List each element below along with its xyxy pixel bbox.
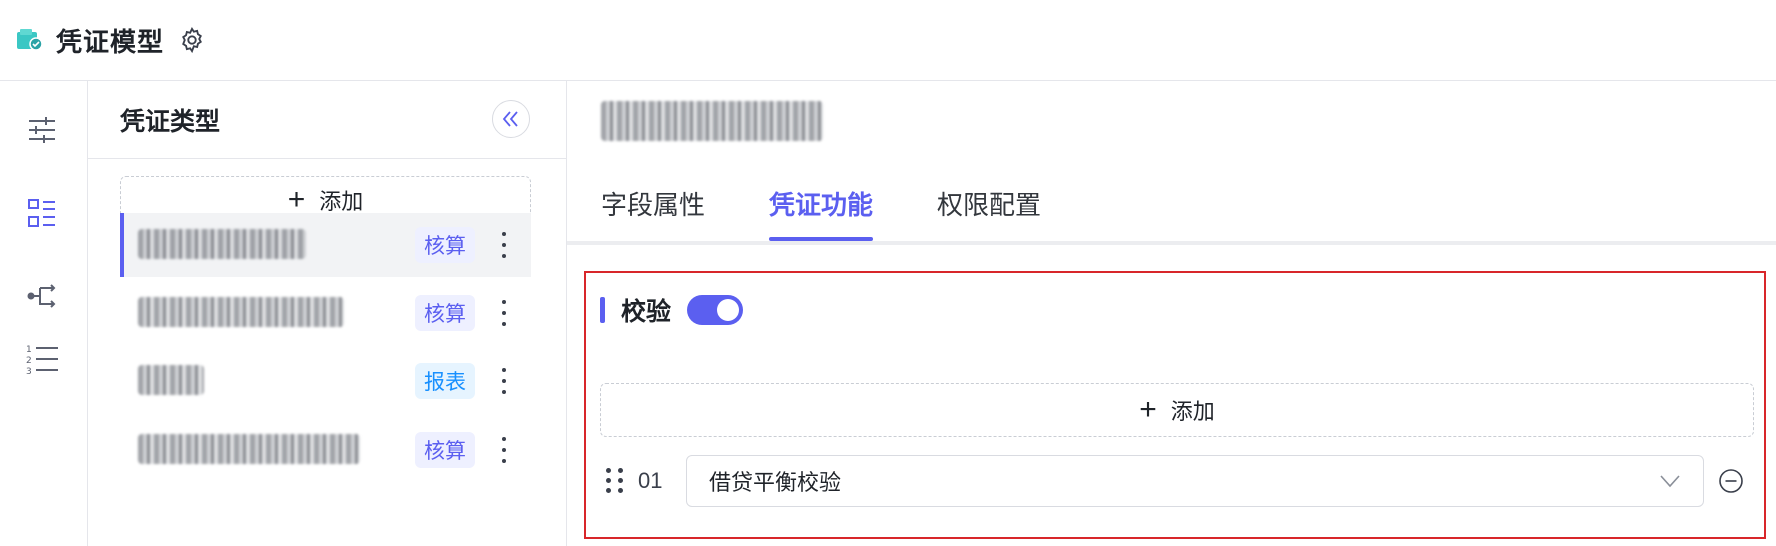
double-chevron-left-icon: [502, 111, 518, 127]
voucher-types-panel: 凭证类型 + 添加 核算 核算 报表 核算: [88, 81, 567, 546]
type-tag: 报表: [415, 363, 475, 399]
detail-panel: 字段属性 凭证功能 权限配置 校验 + 添加 01 借贷平衡校验: [567, 81, 1776, 546]
plus-icon: +: [1139, 393, 1157, 426]
more-vertical-icon[interactable]: [499, 434, 509, 466]
validation-toggle[interactable]: [687, 295, 744, 325]
list-item[interactable]: 报表: [120, 349, 531, 413]
svg-text:3: 3: [26, 367, 32, 376]
add-label: 添加: [319, 189, 364, 214]
svg-text:2: 2: [26, 356, 32, 366]
drag-handle-icon[interactable]: [606, 468, 626, 494]
app-header: 凭证模型: [0, 0, 1776, 81]
voucher-model-logo-icon: [17, 29, 43, 51]
type-tag: 核算: [415, 295, 475, 331]
rail-item-settings[interactable]: [22, 110, 62, 150]
icon-rail: 1 2 3: [0, 81, 88, 546]
tab-voucher-functions[interactable]: 凭证功能: [769, 165, 874, 241]
more-vertical-icon[interactable]: [499, 365, 509, 397]
tab-bar: 字段属性 凭证功能 权限配置: [601, 165, 1105, 241]
rule-index: 01: [638, 468, 663, 493]
add-label: 添加: [1170, 399, 1215, 424]
rail-item-ordered-list[interactable]: 1 2 3: [22, 339, 62, 379]
remove-circle-icon[interactable]: [1718, 468, 1744, 494]
voucher-type-name-redacted: [138, 434, 360, 464]
voucher-type-name-redacted: [138, 229, 306, 259]
collapse-button[interactable]: [492, 100, 530, 138]
list-item[interactable]: 核算: [120, 281, 531, 345]
tab-divider: [567, 241, 1776, 245]
add-rule-button[interactable]: + 添加: [600, 383, 1754, 437]
record-title-redacted: [601, 101, 823, 141]
tab-permission-config[interactable]: 权限配置: [937, 165, 1041, 241]
rule-row: 01 借贷平衡校验: [600, 453, 1764, 509]
type-tag: 核算: [415, 227, 475, 263]
validation-section: 校验 + 添加 01 借贷平衡校验: [584, 271, 1766, 539]
section-title: 校验: [621, 298, 672, 326]
ordered-list-icon: 1 2 3: [26, 345, 58, 376]
types-panel-header: 凭证类型: [88, 81, 566, 159]
rule-select[interactable]: 借贷平衡校验: [686, 455, 1704, 507]
chevron-down-icon: [1660, 475, 1680, 488]
app-title: 凭证模型: [56, 26, 165, 57]
toggle-knob: [717, 299, 740, 321]
svg-text:1: 1: [26, 345, 32, 355]
type-tag: 核算: [415, 432, 475, 468]
sliders-icon: [29, 117, 55, 143]
voucher-type-name-redacted: [138, 297, 344, 327]
more-vertical-icon[interactable]: [499, 297, 509, 329]
types-panel-title: 凭证类型: [120, 107, 221, 136]
section-accent-bar: [600, 297, 605, 323]
list-grid-icon: [28, 199, 55, 227]
plus-icon: +: [287, 183, 306, 216]
flow-branch-icon: [27, 284, 56, 308]
list-item[interactable]: 核算: [120, 418, 531, 482]
gear-icon[interactable]: [178, 26, 206, 54]
rail-item-voucher-types[interactable]: [22, 193, 62, 233]
voucher-type-name-redacted: [138, 365, 204, 395]
more-vertical-icon[interactable]: [499, 229, 509, 261]
rule-select-value: 借贷平衡校验: [709, 470, 842, 495]
section-header: 校验: [600, 295, 744, 326]
list-item[interactable]: 核算: [120, 213, 531, 277]
tab-field-properties[interactable]: 字段属性: [601, 165, 705, 241]
rail-item-flow[interactable]: [22, 276, 62, 316]
